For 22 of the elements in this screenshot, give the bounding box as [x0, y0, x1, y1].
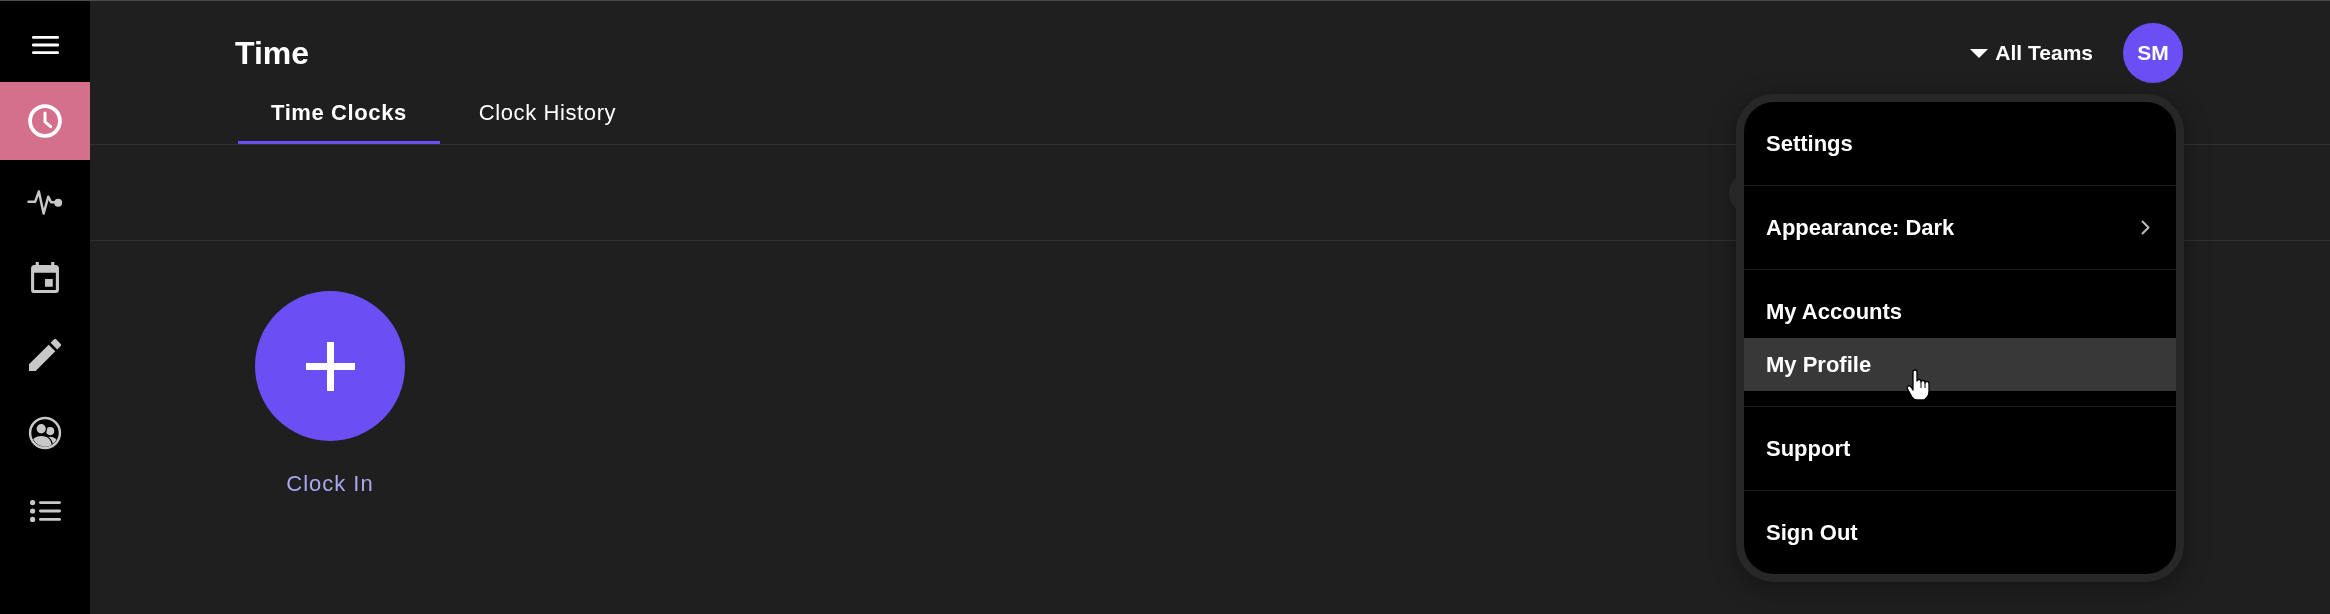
- menu-item[interactable]: Sign Out: [1744, 506, 2176, 559]
- menu-item[interactable]: My Accounts: [1744, 285, 2176, 338]
- list-icon: [29, 500, 61, 522]
- menu-item[interactable]: My Profile: [1744, 338, 2176, 391]
- plus-icon: [305, 341, 355, 391]
- calendar-icon: [31, 261, 59, 293]
- menu-icon: [31, 36, 59, 54]
- people-icon: [28, 416, 62, 450]
- clock-in-label: Clock In: [286, 472, 374, 496]
- tab[interactable]: Time Clocks: [238, 83, 440, 144]
- menu-item[interactable]: Appearance: Dark: [1744, 201, 2176, 254]
- chevron-right-icon: [2141, 220, 2150, 235]
- team-filter-button[interactable]: All Teams: [1970, 40, 2093, 66]
- caret-icon: [1970, 48, 1989, 58]
- avatar[interactable]: SM: [2123, 23, 2183, 83]
- clock-icon: [28, 104, 62, 138]
- tab[interactable]: Clock History: [445, 83, 650, 144]
- menu-item[interactable]: Settings: [1744, 117, 2176, 170]
- hand-cursor-icon: [1906, 369, 1932, 401]
- menu-item[interactable]: Support: [1744, 422, 2176, 475]
- page-title: Time: [235, 34, 310, 73]
- pencil-icon: [29, 339, 61, 371]
